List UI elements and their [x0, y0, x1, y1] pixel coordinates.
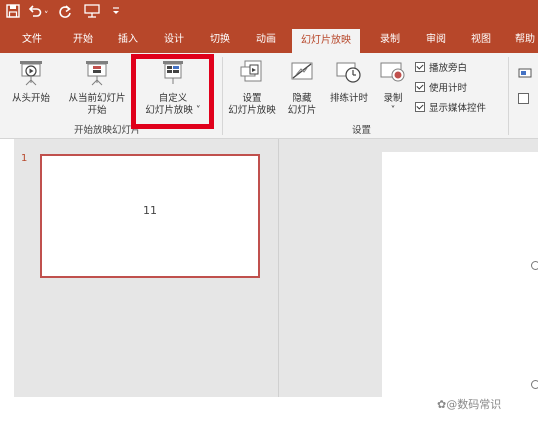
- record-label-line1: 录制: [383, 93, 403, 104]
- resize-handle[interactable]: [531, 261, 538, 270]
- setup-slideshow-label-line1: 设置: [242, 93, 262, 104]
- save-icon[interactable]: [6, 4, 20, 23]
- hide-slide-label-line2: 幻灯片: [287, 105, 317, 116]
- from-current-label-line2: 开始: [87, 105, 107, 116]
- checkbox-checked-icon: [415, 102, 425, 112]
- play-narration-checkbox[interactable]: 播放旁白: [415, 60, 467, 74]
- watermark: ✿@数码常识: [437, 398, 502, 411]
- record-icon: [376, 59, 410, 91]
- slideshow-current-icon: [62, 59, 132, 91]
- play-narration-label: 播放旁白: [429, 63, 468, 74]
- tab-help[interactable]: 帮助: [515, 26, 535, 53]
- record-label-line2: ˅: [390, 105, 396, 116]
- checkbox-checked-icon: [415, 62, 425, 72]
- hide-slide-label-line1: 隐藏: [292, 93, 312, 104]
- slideshow-play-icon: [2, 59, 60, 91]
- record-button[interactable]: 录制 ˅: [376, 59, 410, 117]
- tab-file[interactable]: 文件: [22, 26, 42, 53]
- from-current-label-line1: 从当前幻灯片: [68, 93, 126, 104]
- hide-slide-icon: [282, 59, 322, 91]
- hide-slide-button[interactable]: 隐藏 幻灯片: [282, 59, 322, 117]
- setup-slideshow-icon: [224, 59, 280, 91]
- from-beginning-button[interactable]: 从头开始: [2, 59, 60, 105]
- checkbox-checked-icon: [415, 82, 425, 92]
- watermark-logo-icon: ✿: [437, 398, 447, 411]
- slide-thumbnail[interactable]: 11: [40, 154, 260, 278]
- use-timings-checkbox[interactable]: 使用计时: [415, 80, 467, 94]
- show-media-controls-label: 显示媒体控件: [429, 103, 487, 114]
- setup-group-label: 设置: [352, 125, 372, 136]
- rehearse-timings-button[interactable]: 排练计时: [325, 59, 373, 105]
- setup-slideshow-button[interactable]: 设置 幻灯片放映: [224, 59, 280, 117]
- undo-icon[interactable]: [28, 4, 42, 23]
- monitor-icon[interactable]: [518, 65, 532, 84]
- from-beginning-label: 从头开始: [11, 93, 50, 104]
- slide-canvas[interactable]: [382, 152, 538, 397]
- ribbon: 从头开始 从当前幻灯片 开始 自定义 幻灯片放映 ˅ 开始放映幻灯片 设置 幻灯…: [0, 53, 538, 139]
- tab-review[interactable]: 审阅: [426, 26, 446, 53]
- tab-animations[interactable]: 动画: [256, 26, 276, 53]
- setup-slideshow-label-line2: 幻灯片放映: [228, 105, 276, 116]
- start-presentation-icon[interactable]: [84, 4, 100, 23]
- slide-number: 1: [21, 153, 28, 164]
- presenter-view-checkbox[interactable]: [518, 93, 529, 104]
- use-timings-label: 使用计时: [429, 83, 468, 94]
- tab-transitions[interactable]: 切换: [210, 26, 230, 53]
- show-media-controls-checkbox[interactable]: 显示媒体控件: [415, 100, 486, 114]
- annotation-highlight-box: [131, 54, 214, 129]
- group-divider: [508, 57, 509, 135]
- tab-insert[interactable]: 插入: [118, 26, 138, 53]
- rehearse-timings-icon: [325, 59, 373, 91]
- customize-icon[interactable]: [111, 3, 121, 22]
- tab-design[interactable]: 设计: [164, 26, 184, 53]
- undo-dropdown-icon[interactable]: ˅: [44, 7, 49, 25]
- group-divider: [222, 57, 223, 135]
- rehearse-timings-label: 排练计时: [329, 93, 368, 104]
- ribbon-tabs: 文件 开始 插入 设计 切换 动画 幻灯片放映 录制 审阅 视图 帮助: [0, 26, 538, 53]
- tab-record[interactable]: 录制: [380, 26, 400, 53]
- slide-thumbnail-text: 11: [143, 204, 157, 217]
- redo-icon[interactable]: [58, 4, 72, 23]
- from-current-slide-button[interactable]: 从当前幻灯片 开始: [62, 59, 132, 117]
- tab-home[interactable]: 开始: [73, 26, 93, 53]
- tab-view[interactable]: 视图: [471, 26, 491, 53]
- resize-handle[interactable]: [531, 380, 538, 389]
- title-bar: ˅: [0, 0, 538, 26]
- tab-slideshow[interactable]: 幻灯片放映: [292, 29, 360, 53]
